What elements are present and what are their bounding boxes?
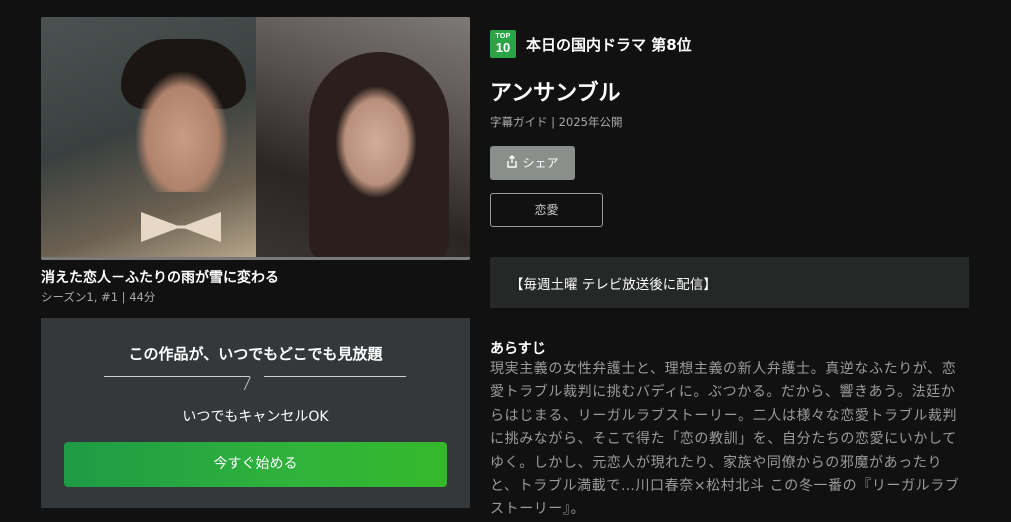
synopsis-heading: あらすじ bbox=[490, 341, 546, 357]
start-now-button[interactable]: 今すぐ始める bbox=[64, 442, 447, 487]
share-button[interactable]: シェア bbox=[490, 146, 575, 180]
figure-face-left bbox=[136, 72, 228, 192]
badge-top-text: TOP bbox=[495, 33, 511, 40]
show-meta: 字幕ガイド | 2025年公開 bbox=[490, 115, 623, 129]
synopsis-text: 現実主義の女性弁護士と、理想主義の新人弁護士。真逆なふたりが、恋愛トラブル裁判に… bbox=[490, 361, 960, 518]
ranking-text: 本日の国内ドラマ 第8位 bbox=[526, 36, 692, 54]
promo-headline: この作品が、いつでもどこでも見放題 bbox=[128, 345, 383, 363]
episode-thumbnail[interactable] bbox=[41, 17, 470, 260]
show-title: アンサンブル bbox=[490, 81, 621, 106]
speech-notch-icon bbox=[243, 376, 264, 390]
watch-progress-bar bbox=[41, 257, 470, 260]
broadcast-notice-text: 【毎週土曜 テレビ放送後に配信】 bbox=[510, 277, 717, 293]
promo-subline: いつでもキャンセルOK bbox=[182, 409, 329, 425]
figure-face-right bbox=[336, 87, 416, 197]
share-icon bbox=[506, 147, 518, 181]
subscription-promo: この作品が、いつでもどこでも見放題 いつでもキャンセルOK 今すぐ始める bbox=[41, 318, 470, 508]
episode-title[interactable]: 消えた恋人－ふたりの雨が雪に変わる bbox=[41, 267, 279, 287]
badge-number-text: 10 bbox=[495, 40, 511, 55]
broadcast-notice: 【毎週土曜 テレビ放送後に配信】 bbox=[490, 257, 969, 308]
top10-icon: TOP 10 bbox=[490, 30, 516, 58]
share-label: シェア bbox=[522, 156, 559, 170]
episode-meta: シーズン1, #1 | 44分 bbox=[41, 290, 156, 304]
genre-tag-romance[interactable]: 恋愛 bbox=[490, 193, 603, 227]
